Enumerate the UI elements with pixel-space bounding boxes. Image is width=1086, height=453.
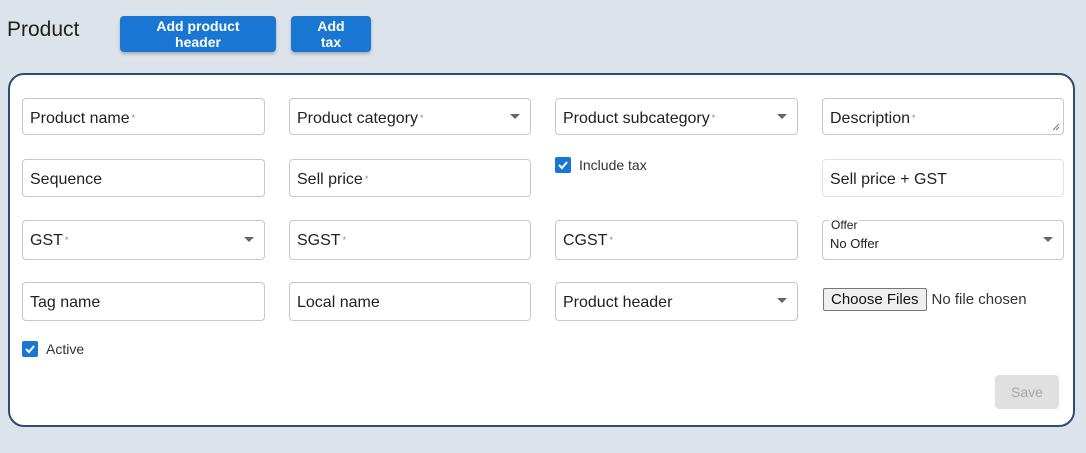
sgst-input[interactable]: SGST *: [289, 220, 531, 260]
sell-price-gst-input[interactable]: Sell price + GST: [822, 159, 1064, 197]
add-tax-button[interactable]: Add tax: [291, 16, 371, 52]
required-mark: *: [64, 235, 69, 245]
chevron-down-icon: [1043, 237, 1053, 242]
offer-label: Offer: [829, 218, 860, 232]
sell-price-label: Sell price: [297, 171, 363, 188]
gst-select[interactable]: GST *: [22, 220, 265, 260]
required-mark: *: [342, 235, 347, 245]
chevron-down-icon: [777, 114, 787, 119]
product-name-input[interactable]: Product name *: [22, 98, 265, 135]
tag-name-label: Tag name: [30, 294, 101, 311]
local-name-label: Local name: [297, 294, 380, 311]
required-mark: *: [711, 113, 716, 123]
file-status-text: No file chosen: [931, 291, 1027, 308]
product-header-label: Product header: [563, 294, 673, 311]
product-name-label: Product name: [30, 110, 130, 127]
chevron-down-icon: [244, 237, 254, 242]
required-mark: *: [609, 235, 613, 245]
checkmark-icon: [555, 157, 571, 173]
cgst-label: CGST: [563, 232, 608, 249]
tag-name-input[interactable]: Tag name: [22, 282, 265, 321]
file-upload: Choose Files No file chosen: [823, 288, 1027, 311]
save-button[interactable]: Save: [995, 375, 1059, 409]
active-checkbox[interactable]: Active: [22, 341, 84, 357]
chevron-down-icon: [777, 298, 787, 303]
required-mark: *: [364, 174, 369, 184]
product-form-card: Product name * Product category * Product …: [8, 73, 1075, 427]
offer-select[interactable]: Offer No Offer: [822, 218, 1064, 260]
required-mark: *: [419, 113, 424, 123]
include-tax-label: Include tax: [579, 157, 647, 173]
sequence-input[interactable]: Sequence: [22, 159, 265, 197]
checkmark-icon: [22, 341, 38, 357]
product-category-label: Product category: [297, 110, 418, 127]
required-mark: *: [131, 113, 136, 123]
sgst-label: SGST: [297, 232, 341, 249]
description-textarea[interactable]: Description *: [822, 98, 1064, 135]
product-subcategory-select[interactable]: Product subcategory *: [555, 98, 798, 135]
resize-handle-icon[interactable]: [1051, 122, 1060, 131]
local-name-input[interactable]: Local name: [289, 282, 531, 321]
include-tax-checkbox[interactable]: Include tax: [555, 157, 647, 173]
offer-value: No Offer: [830, 236, 879, 251]
sell-price-input[interactable]: Sell price *: [289, 159, 531, 197]
sell-price-gst-label: Sell price + GST: [830, 171, 947, 188]
add-product-header-button[interactable]: Add product header: [120, 16, 276, 52]
product-subcategory-label: Product subcategory: [563, 110, 710, 127]
gst-label: GST: [30, 232, 63, 249]
required-mark: *: [912, 113, 916, 123]
cgst-input[interactable]: CGST *: [555, 220, 798, 260]
page-title: Product: [7, 18, 80, 41]
product-header-select[interactable]: Product header: [555, 282, 798, 321]
chevron-down-icon: [510, 114, 520, 119]
sequence-label: Sequence: [30, 171, 103, 188]
product-category-select[interactable]: Product category *: [289, 98, 531, 135]
choose-files-button[interactable]: Choose Files: [823, 288, 927, 311]
description-label: Description: [830, 110, 911, 127]
active-label: Active: [46, 341, 85, 357]
